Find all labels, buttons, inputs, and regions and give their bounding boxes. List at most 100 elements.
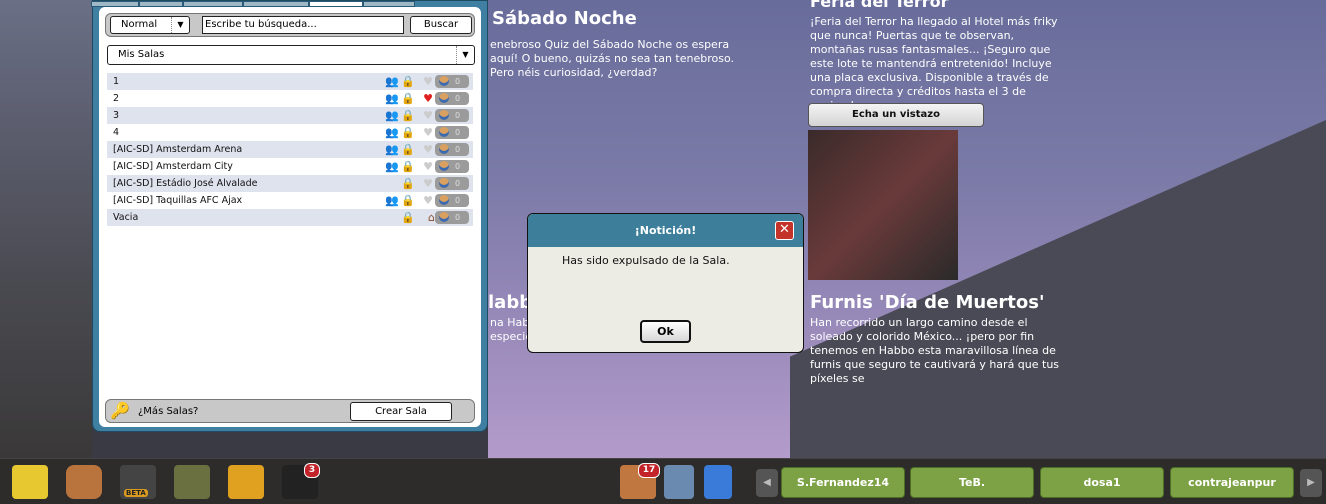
close-button[interactable]: ✕: [775, 221, 794, 240]
friends-icon[interactable]: 17: [620, 463, 660, 499]
heart-icon[interactable]: ♥: [423, 109, 433, 122]
news-text: Han recorrido un largo camino desde el s…: [810, 316, 1060, 385]
user-count: 0: [435, 109, 469, 122]
user-count: 0: [435, 92, 469, 105]
search-input[interactable]: Escribe tu búsqueda...: [202, 16, 404, 34]
room-name: 4: [113, 127, 120, 138]
room-list: 1 👥 🔒 ♥ 0 2 👥 🔒 ♥ 0 3 👥 🔒 ♥ 0 4 👥 🔒 ♥ 0 [AIC-SD] Amsterdam A…: [107, 73, 473, 226]
room-name: [AIC-SD] Amsterdam Arena: [113, 144, 243, 155]
room-name: 2: [113, 93, 120, 104]
more-rooms-label[interactable]: ¿Más Salas?: [138, 406, 198, 417]
room-name: 3: [113, 110, 120, 121]
friend-button[interactable]: TeB.: [910, 467, 1034, 498]
home-icon[interactable]: [12, 465, 48, 499]
news-title: Furnis 'Día de Muertos': [810, 292, 1045, 313]
room-row[interactable]: 2 👥 🔒 ♥ 0: [107, 90, 473, 107]
group-icon[interactable]: 👥: [385, 126, 399, 139]
news-text: enebroso Quiz del Sábado Noche os espera…: [490, 38, 735, 79]
dialog-message: Has sido expulsado de la Sala.: [562, 254, 730, 267]
ok-button[interactable]: Ok: [640, 320, 691, 343]
friend-button[interactable]: contrajeanpur: [1170, 467, 1294, 498]
dialog-title: ¡Notición!: [634, 224, 697, 237]
friend-button[interactable]: dosa1: [1040, 467, 1164, 498]
lock-icon: 🔒: [401, 126, 415, 139]
room-row[interactable]: 4 👥 🔒 ♥ 0: [107, 124, 473, 141]
room-name: [AIC-SD] Amsterdam City: [113, 161, 233, 172]
lock-icon: 🔒: [401, 143, 415, 156]
user-count: 0: [435, 194, 469, 207]
search-button[interactable]: Buscar: [410, 16, 472, 34]
room-scene-left: [0, 0, 92, 458]
rooms-icon[interactable]: [66, 465, 102, 499]
lock-icon: 🔒: [401, 177, 415, 190]
heart-icon[interactable]: ♥: [423, 194, 433, 207]
lock-icon: 🔒: [401, 75, 415, 88]
builder-icon[interactable]: [228, 465, 264, 499]
heart-icon[interactable]: ♥: [423, 75, 433, 88]
navigator-footer: 🔑 ¿Más Salas? Crear Sala: [105, 399, 475, 423]
search-mode-select[interactable]: Normal ▼: [110, 16, 190, 34]
dialog-header: ¡Notición! ✕: [528, 214, 803, 247]
news-text: ¡Feria del Terror ha llegado al Hotel má…: [810, 15, 1058, 112]
room-row[interactable]: [AIC-SD] Amsterdam City 👥 🔒 ♥ 0: [107, 158, 473, 175]
search-friends-icon[interactable]: [664, 465, 694, 499]
search-mode-value: Normal: [121, 19, 158, 30]
avatar-icon[interactable]: 3: [282, 463, 320, 499]
room-name: Vacia: [113, 212, 139, 223]
chevron-left-icon[interactable]: ◀: [756, 469, 778, 497]
lock-icon: 🔒: [401, 109, 415, 122]
home-icon[interactable]: ⌂: [428, 211, 435, 224]
heart-icon[interactable]: ♥: [423, 126, 433, 139]
news-title: Feria del Terror: [810, 0, 949, 11]
room-row[interactable]: Vacia 🔒 ⌂ 0: [107, 209, 473, 226]
lock-icon: 🔒: [401, 211, 415, 224]
heart-icon[interactable]: ♥: [423, 92, 433, 105]
help-icon[interactable]: [704, 465, 732, 499]
lock-icon: 🔒: [401, 194, 415, 207]
create-room-button[interactable]: Crear Sala: [350, 402, 452, 421]
room-row[interactable]: [AIC-SD] Amsterdam Arena 👥 🔒 ♥ 0: [107, 141, 473, 158]
friends-badge: 17: [638, 463, 660, 478]
room-name: [AIC-SD] Taquillas AFC Ajax: [113, 195, 243, 206]
group-icon[interactable]: 👥: [385, 109, 399, 122]
chevron-down-icon: ▼: [456, 46, 474, 64]
echa-un-vistazo-button[interactable]: Echa un vistazo: [808, 103, 984, 127]
bottom-toolbar: BETA 3 17 ◀ S.Fernandez14 TeB. dosa1 con…: [0, 458, 1326, 504]
chevron-right-icon[interactable]: ▶: [1300, 469, 1322, 497]
games-icon[interactable]: BETA: [120, 465, 156, 499]
lock-icon: 🔒: [401, 160, 415, 173]
room-row[interactable]: [AIC-SD] Estádio José Alvalade 🔒 ♥ 0: [107, 175, 473, 192]
notice-dialog: ¡Notición! ✕ Has sido expulsado de la Sa…: [527, 213, 804, 353]
beta-label: BETA: [124, 489, 148, 497]
room-row[interactable]: 1 👥 🔒 ♥ 0: [107, 73, 473, 90]
chevron-down-icon: ▼: [171, 17, 189, 33]
room-name: [AIC-SD] Estádio José Alvalade: [113, 178, 258, 189]
user-count: 0: [435, 160, 469, 173]
group-icon[interactable]: 👥: [385, 160, 399, 173]
heart-icon[interactable]: ♥: [423, 177, 433, 190]
user-count: 0: [435, 75, 469, 88]
user-count: 0: [435, 143, 469, 156]
room-name: 1: [113, 76, 120, 87]
shop-icon[interactable]: [174, 465, 210, 499]
room-row[interactable]: [AIC-SD] Taquillas AFC Ajax 👥 🔒 ♥ 0: [107, 192, 473, 209]
news-image: [808, 130, 958, 280]
search-bar: Normal ▼ Escribe tu búsqueda... Buscar: [105, 13, 475, 37]
user-count: 0: [435, 126, 469, 139]
heart-icon[interactable]: ♥: [423, 143, 433, 156]
group-icon[interactable]: 👥: [385, 92, 399, 105]
user-count: 0: [435, 211, 469, 224]
news-title: Sábado Noche: [492, 8, 637, 29]
lock-icon: 🔒: [401, 92, 415, 105]
friend-button[interactable]: S.Fernandez14: [781, 467, 905, 498]
category-value: Mis Salas: [118, 49, 165, 60]
room-row[interactable]: 3 👥 🔒 ♥ 0: [107, 107, 473, 124]
key-icon: 🔑: [110, 401, 130, 420]
group-icon[interactable]: 👥: [385, 143, 399, 156]
navigator-window: Normal ▼ Escribe tu búsqueda... Buscar M…: [91, 0, 488, 432]
category-select[interactable]: Mis Salas ▼: [107, 45, 475, 65]
notification-badge: 3: [304, 463, 320, 478]
group-icon[interactable]: 👥: [385, 194, 399, 207]
group-icon[interactable]: 👥: [385, 75, 399, 88]
heart-icon[interactable]: ♥: [423, 160, 433, 173]
